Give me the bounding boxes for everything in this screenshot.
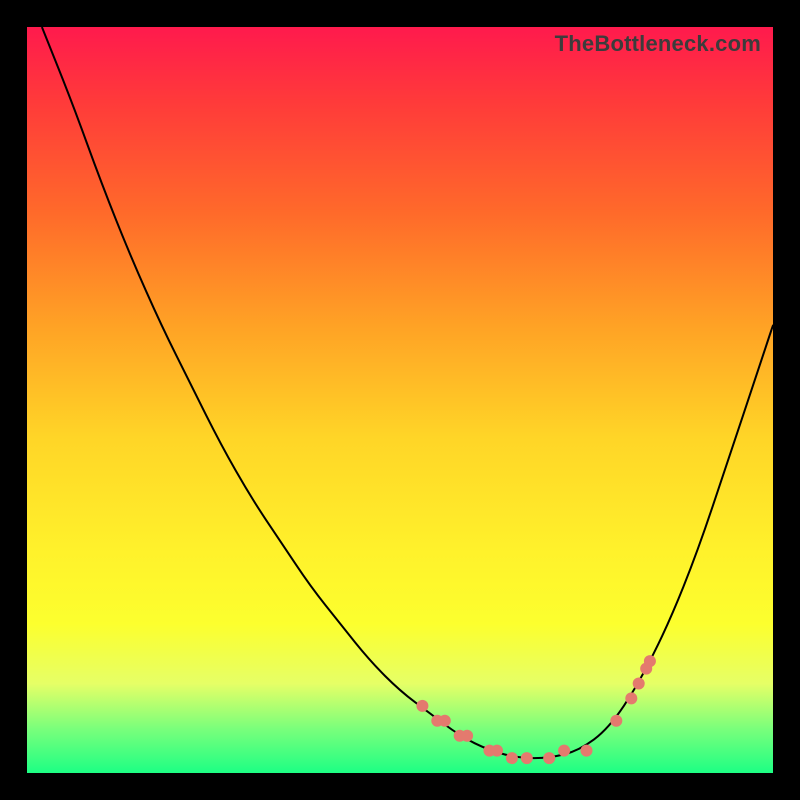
- bottleneck-curve: [42, 27, 773, 758]
- marker-dot: [521, 752, 533, 764]
- marker-dot: [439, 715, 451, 727]
- marker-dot: [610, 715, 622, 727]
- marker-dot: [543, 752, 555, 764]
- marker-dot: [461, 730, 473, 742]
- marker-dot: [633, 678, 645, 690]
- marker-dot: [416, 700, 428, 712]
- chart-area: TheBottleneck.com: [27, 27, 773, 773]
- marker-dot: [625, 692, 637, 704]
- chart-svg: [27, 27, 773, 773]
- marker-dot: [644, 655, 656, 667]
- marker-group: [416, 655, 656, 764]
- marker-dot: [491, 745, 503, 757]
- marker-dot: [581, 745, 593, 757]
- marker-dot: [558, 745, 570, 757]
- marker-dot: [506, 752, 518, 764]
